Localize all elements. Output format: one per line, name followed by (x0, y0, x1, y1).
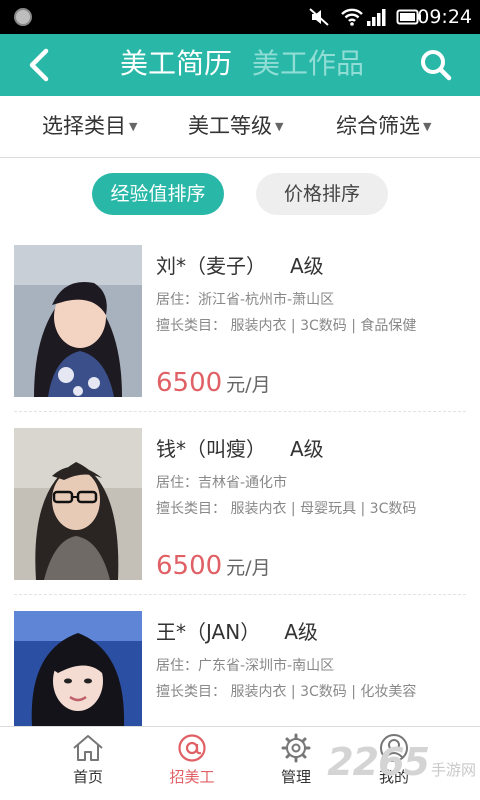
designer-name-text: 王*（JAN） (156, 620, 261, 644)
mute-icon (309, 8, 329, 26)
designer-grade: A级 (284, 620, 318, 644)
nav-hire[interactable]: 招美工 (152, 733, 232, 787)
designer-name: 王*（JAN） A级 (156, 619, 318, 645)
divider (14, 411, 466, 412)
designer-location: 居住：广东省-深圳市-南山区 (156, 658, 335, 674)
nav-manage[interactable]: 管理 (256, 733, 336, 787)
gear-icon (281, 733, 311, 763)
search-icon[interactable] (418, 46, 454, 84)
tab-works[interactable]: 美工作品 (252, 46, 364, 82)
filter-grade-label: 美工等级 (188, 114, 272, 138)
nav-home[interactable]: 首页 (48, 733, 128, 787)
title-bar: 美工简历 美工作品 (0, 34, 480, 96)
filter-category[interactable]: 选择类目 ▼ (42, 113, 137, 140)
avatar (14, 245, 142, 397)
designer-card[interactable]: 钱*（叫瘦） A级 居住：吉林省-通化市 擅长类目： 服装内衣 | 母婴玩具 | … (0, 428, 480, 608)
caret-down-icon: ▼ (423, 120, 432, 133)
notification-dot-icon (14, 8, 32, 26)
filter-category-label: 选择类目 (42, 114, 126, 138)
designer-grade: A级 (290, 437, 324, 461)
designer-location: 居住：吉林省-通化市 (156, 475, 288, 491)
designer-price: 6500 元/月 (156, 550, 271, 582)
nav-manage-label: 管理 (280, 768, 311, 786)
signal-icon (367, 9, 386, 26)
price-value: 6500 (156, 551, 223, 581)
designer-name: 刘*（麦子） A级 (156, 253, 324, 279)
watermark-number: 2265 (327, 740, 430, 784)
designer-name-text: 刘*（麦子） (156, 254, 266, 278)
designer-skills: 擅长类目： 服装内衣 | 3C数码 | 食品保健 (156, 318, 417, 334)
watermark-text: 手游网 (430, 761, 476, 779)
tab-resume[interactable]: 美工简历 (120, 46, 232, 82)
filter-bar: 选择类目 ▼ 美工等级 ▼ 综合筛选 ▼ (0, 96, 480, 158)
nav-home-label: 首页 (72, 768, 103, 786)
designer-price: 6500 元/月 (156, 367, 271, 399)
caret-down-icon: ▼ (129, 120, 138, 133)
avatar (14, 611, 142, 726)
home-icon (73, 735, 103, 761)
filter-grade[interactable]: 美工等级 ▼ (188, 113, 283, 140)
designer-name-text: 钱*（叫瘦） (156, 437, 266, 461)
caret-down-icon: ▼ (275, 120, 284, 133)
wifi-icon (341, 8, 363, 26)
status-bar: 09:24 (0, 0, 480, 34)
designer-skills: 擅长类目： 服装内衣 | 母婴玩具 | 3C数码 (156, 501, 417, 517)
avatar (14, 428, 142, 580)
back-chevron-icon[interactable] (22, 46, 58, 84)
sort-by-experience-button[interactable]: 经验值排序 (92, 173, 224, 215)
clock-time: 09:24 (417, 6, 472, 28)
nav-hire-label: 招美工 (169, 768, 215, 786)
designer-name: 钱*（叫瘦） A级 (156, 436, 324, 462)
filter-comprehensive[interactable]: 综合筛选 ▼ (336, 113, 431, 140)
designer-skills: 擅长类目： 服装内衣 | 3C数码 | 化妆美容 (156, 684, 417, 700)
sort-by-price-button[interactable]: 价格排序 (256, 173, 388, 215)
price-unit: 元/月 (226, 557, 271, 579)
at-icon (178, 734, 206, 762)
designer-card[interactable]: 刘*（麦子） A级 居住：浙江省-杭州市-萧山区 擅长类目： 服装内衣 | 3C数… (0, 245, 480, 425)
filter-comprehensive-label: 综合筛选 (336, 114, 420, 138)
divider (14, 594, 466, 595)
designer-location: 居住：浙江省-杭州市-萧山区 (156, 292, 335, 308)
price-unit: 元/月 (226, 374, 271, 396)
price-value: 6500 (156, 368, 223, 398)
designer-grade: A级 (290, 254, 324, 278)
watermark-logo: 2265 手游网 (327, 740, 476, 784)
